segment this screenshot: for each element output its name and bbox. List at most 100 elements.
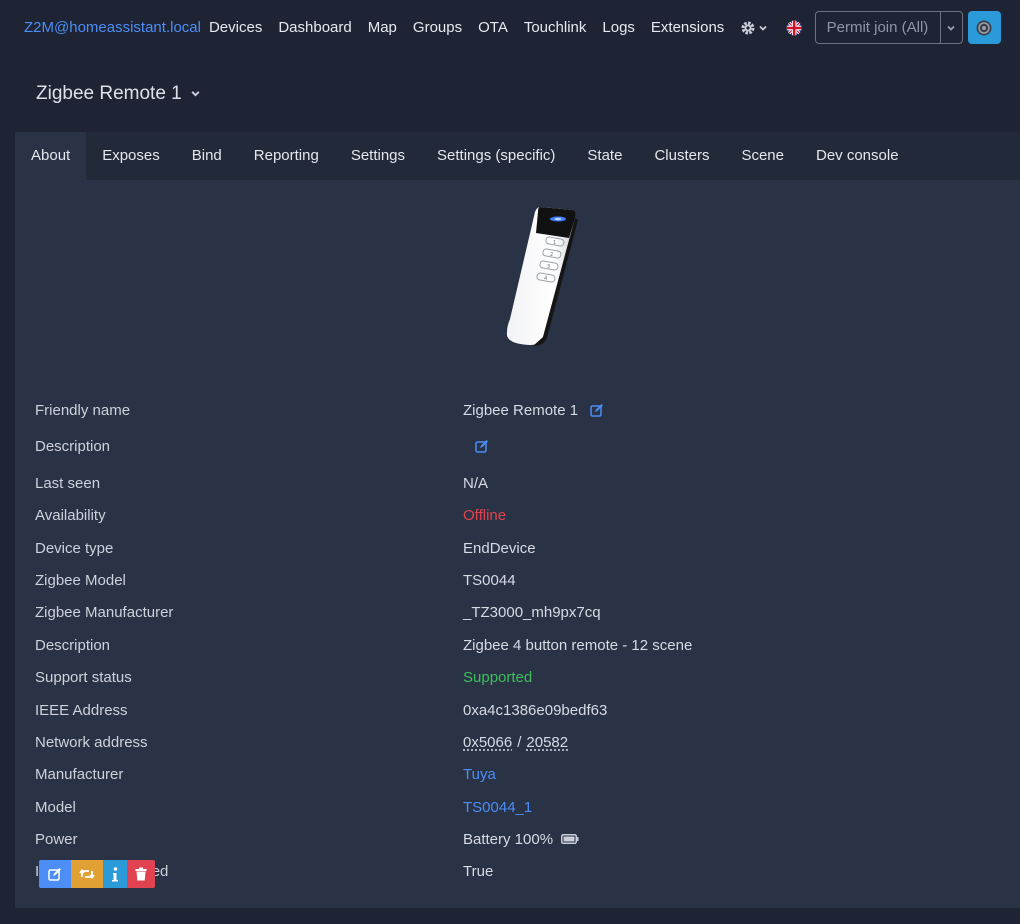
prop-label: Support status bbox=[35, 668, 132, 686]
brand-link[interactable]: Z2M@homeassistant.local bbox=[24, 19, 201, 36]
svg-text:3: 3 bbox=[547, 264, 550, 270]
prop-value: True bbox=[463, 862, 494, 880]
prop-friendly-name: Friendly name Zigbee Remote 1 bbox=[35, 398, 995, 422]
settings-dropdown[interactable] bbox=[740, 20, 768, 36]
friendly-name-value: Zigbee Remote 1 bbox=[463, 401, 579, 419]
tab-state[interactable]: State bbox=[571, 132, 638, 180]
permit-join-group: Permit join (All) bbox=[814, 11, 963, 44]
prop-label: Zigbee Manufacturer bbox=[35, 603, 174, 621]
nav-touchlink[interactable]: Touchlink bbox=[524, 19, 587, 36]
trash-icon bbox=[135, 867, 147, 881]
reconfigure-button[interactable] bbox=[71, 860, 103, 888]
prop-support-status: Support status Supported bbox=[35, 665, 995, 689]
page-title[interactable]: Zigbee Remote 1 bbox=[36, 83, 182, 105]
svg-text:4: 4 bbox=[544, 276, 547, 282]
tab-reporting[interactable]: Reporting bbox=[238, 132, 335, 180]
interview-button[interactable] bbox=[103, 860, 127, 888]
nav-dashboard[interactable]: Dashboard bbox=[278, 19, 351, 36]
edit-icon[interactable] bbox=[475, 439, 489, 453]
tab-clusters[interactable]: Clusters bbox=[638, 132, 725, 180]
prop-label: Network address bbox=[35, 733, 148, 751]
device-switcher[interactable] bbox=[190, 88, 201, 99]
tab-exposes[interactable]: Exposes bbox=[86, 132, 176, 180]
model-link[interactable]: TS0044_1 bbox=[463, 799, 532, 816]
prop-description: Description Zigbee 4 button remote - 12 … bbox=[35, 633, 995, 657]
prop-label: Zigbee Model bbox=[35, 571, 126, 589]
prop-label: Description bbox=[35, 437, 111, 455]
nav-map[interactable]: Map bbox=[368, 19, 397, 36]
prop-value: 0x5066 / 20582 bbox=[463, 734, 568, 751]
tab-dev-console[interactable]: Dev console bbox=[800, 132, 915, 180]
network-address-hex: 0x5066 bbox=[463, 733, 513, 751]
prop-availability: Availability Offline bbox=[35, 503, 995, 527]
tab-bar: About Exposes Bind Reporting Settings Se… bbox=[15, 132, 1020, 180]
prop-value: Zigbee 4 button remote - 12 scene bbox=[463, 636, 693, 654]
prop-label: Manufacturer bbox=[35, 765, 124, 783]
tab-settings[interactable]: Settings bbox=[335, 132, 421, 180]
tab-about[interactable]: About bbox=[15, 132, 87, 180]
prop-label: Power bbox=[35, 830, 78, 848]
prop-power: Power Battery 100% bbox=[35, 827, 995, 851]
restart-button[interactable] bbox=[967, 11, 1001, 44]
prop-label: Friendly name bbox=[35, 401, 131, 419]
availability-status: Offline bbox=[463, 506, 507, 524]
manufacturer-link[interactable]: Tuya bbox=[463, 766, 496, 783]
tab-scene[interactable]: Scene bbox=[725, 132, 800, 180]
uk-flag-icon[interactable] bbox=[786, 17, 802, 39]
device-properties: Friendly name Zigbee Remote 1 Descriptio… bbox=[35, 348, 995, 883]
nav-groups[interactable]: Groups bbox=[413, 19, 462, 36]
permit-join-dropdown[interactable] bbox=[941, 12, 962, 43]
bug-icon bbox=[976, 20, 992, 35]
prop-label: Device type bbox=[35, 539, 114, 557]
prop-value: Zigbee Remote 1 bbox=[463, 402, 604, 419]
chevron-down-icon bbox=[947, 25, 955, 31]
prop-label: Last seen bbox=[35, 474, 101, 492]
svg-text:1: 1 bbox=[553, 240, 556, 246]
device-header: Zigbee Remote 1 bbox=[0, 55, 1020, 132]
prop-value: EndDevice bbox=[463, 539, 536, 557]
prop-description-edit: Description bbox=[35, 434, 995, 458]
prop-interview-completed: Interview completed True bbox=[35, 859, 995, 883]
prop-device-type: Device type EndDevice bbox=[35, 536, 995, 560]
device-actions bbox=[39, 860, 155, 888]
prop-zigbee-manufacturer: Zigbee Manufacturer _TZ3000_mh9px7cq bbox=[35, 600, 995, 624]
battery-icon bbox=[561, 834, 579, 844]
power-value: Battery 100% bbox=[463, 830, 554, 848]
edit-icon bbox=[48, 868, 61, 881]
permit-join-button[interactable]: Permit join (All) bbox=[816, 12, 941, 43]
prop-label: Description bbox=[35, 636, 111, 654]
edit-icon[interactable] bbox=[590, 403, 604, 417]
prop-network-address: Network address 0x5066 / 20582 bbox=[35, 730, 995, 754]
rename-button[interactable] bbox=[39, 860, 71, 888]
prop-label: Availability bbox=[35, 506, 106, 524]
prop-zigbee-model: Zigbee Model TS0044 bbox=[35, 568, 995, 592]
top-navbar: Z2M@homeassistant.local Devices Dashboar… bbox=[0, 0, 1020, 55]
remove-button[interactable] bbox=[127, 860, 155, 888]
prop-label: Model bbox=[35, 798, 76, 816]
nav-extensions[interactable]: Extensions bbox=[651, 19, 724, 36]
device-card: About Exposes Bind Reporting Settings Se… bbox=[15, 132, 1020, 908]
tab-settings-specific[interactable]: Settings (specific) bbox=[421, 132, 571, 180]
prop-value: N/A bbox=[463, 474, 489, 492]
chevron-down-icon bbox=[191, 91, 200, 97]
support-status-value: Supported bbox=[463, 668, 533, 686]
nav-devices[interactable]: Devices bbox=[209, 19, 262, 36]
tab-bind[interactable]: Bind bbox=[176, 132, 238, 180]
prop-last-seen: Last seen N/A bbox=[35, 471, 995, 495]
prop-value: 0xa4c1386e09bedf63 bbox=[463, 701, 608, 719]
nav-logs[interactable]: Logs bbox=[602, 19, 635, 36]
chevron-down-icon bbox=[759, 25, 767, 31]
prop-ieee-address: IEEE Address 0xa4c1386e09bedf63 bbox=[35, 698, 995, 722]
prop-value: TS0044 bbox=[463, 571, 516, 589]
gear-icon bbox=[741, 21, 755, 34]
nav-ota[interactable]: OTA bbox=[478, 19, 508, 36]
device-image: 1 2 3 4 bbox=[506, 207, 578, 346]
info-icon bbox=[112, 866, 118, 881]
prop-model: Model TS0044_1 bbox=[35, 795, 995, 819]
network-address-dec: 20582 bbox=[526, 733, 569, 751]
prop-manufacturer: Manufacturer Tuya bbox=[35, 762, 995, 786]
prop-value bbox=[463, 439, 489, 453]
prop-value: _TZ3000_mh9px7cq bbox=[463, 603, 601, 621]
network-address-separator: / bbox=[517, 733, 522, 751]
prop-value: Battery 100% bbox=[463, 831, 579, 848]
